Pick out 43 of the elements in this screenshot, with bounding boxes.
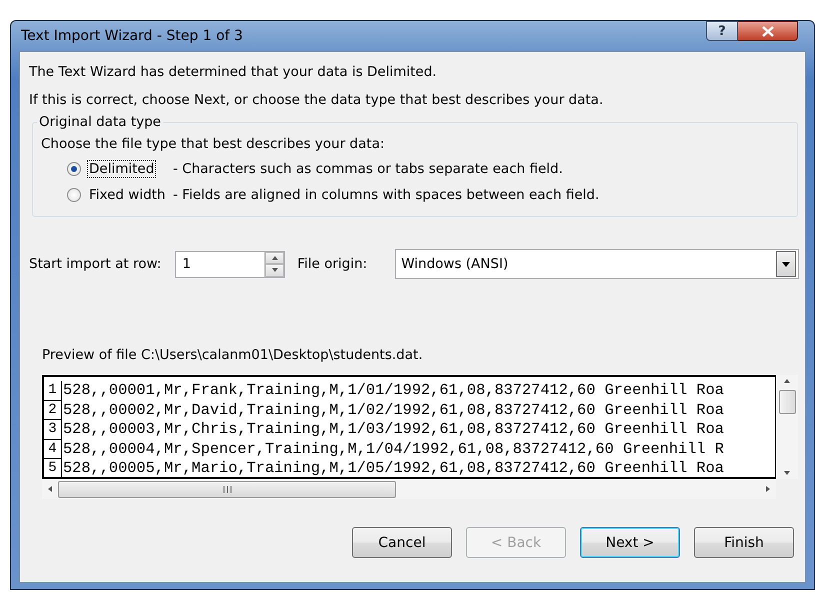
up-arrow-icon[interactable] (272, 256, 278, 260)
group-prompt: Choose the file type that best describes your data: (41, 135, 386, 154)
help-button[interactable]: ? (706, 21, 738, 41)
dialog-button[interactable]: Next > (580, 527, 680, 558)
down-arrow-icon[interactable] (784, 471, 790, 475)
left-arrow-icon[interactable] (48, 486, 52, 492)
intro-text: The Text Wizard has determined that your data is Delimited. (29, 63, 438, 82)
start-row-spinner[interactable]: 1 (175, 250, 286, 278)
file-origin-dropdown[interactable]: Windows (ANSI) (395, 249, 800, 279)
right-arrow-icon[interactable] (766, 486, 770, 492)
preview-line: 528,,00004,Mr,Spencer,Training,M,1/04/1992,61,08,83727412,60 Greenhill R (62, 440, 724, 459)
file-origin-label: File origin: (297, 256, 368, 272)
intro-text: If this is correct, choose Next, or choose the data type that best describes your data. (29, 91, 604, 110)
close-button[interactable] (738, 21, 798, 41)
group-legend: Original data type (37, 114, 163, 130)
row-number: 4 (44, 440, 62, 459)
radio-button[interactable] (67, 162, 81, 176)
scrollbar-thumb[interactable] (58, 480, 396, 498)
row-number: 3 (44, 420, 62, 440)
grip-icon (222, 486, 232, 492)
down-arrow-icon[interactable] (272, 268, 278, 272)
preview-line: 528,,00003,Mr,Chris,Training,M,1/03/1992,61,08,83727412,60 Greenhill Roa (62, 420, 724, 440)
preview-line: 528,,00002,Mr,David,Training,M,1/02/1992,61,08,83727412,60 Greenhill Roa (62, 400, 724, 420)
option-description: - Characters such as commas or tabs separate each field. (173, 161, 563, 177)
radio-label[interactable]: Fixed width (87, 186, 168, 204)
row-number: 2 (44, 400, 62, 420)
dropdown-arrow-icon[interactable] (782, 262, 790, 266)
up-arrow-icon[interactable] (784, 379, 790, 383)
radio-label[interactable]: Delimited (87, 160, 156, 178)
dialog-button[interactable]: Finish (694, 527, 794, 558)
close-icon (762, 26, 774, 36)
row-number: 1 (44, 381, 62, 400)
option-description: - Fields are aligned in columns with spaces between each field. (173, 187, 600, 203)
window-title: Text Import Wizard - Step 1 of 3 (20, 28, 243, 44)
preview-line: 528,,00001,Mr,Frank,Training,M,1/01/1992,61,08,83727412,60 Greenhill Roa (62, 381, 724, 400)
scrollbar-thumb[interactable] (778, 390, 796, 414)
vertical-scrollbar[interactable] (776, 375, 798, 479)
dialog-button[interactable]: Cancel (352, 527, 452, 558)
horizontal-scrollbar[interactable] (42, 479, 776, 499)
radio-button[interactable] (67, 188, 81, 202)
preview-label: Preview of file C:\Users\calanm01\Desktop\students.dat. (42, 347, 424, 365)
start-row-label: Start import at row: (29, 256, 162, 272)
preview-line: 528,,00005,Mr,Mario,Training,M,1/05/1992,61,08,83727412,60 Greenhill Roa (62, 459, 724, 477)
